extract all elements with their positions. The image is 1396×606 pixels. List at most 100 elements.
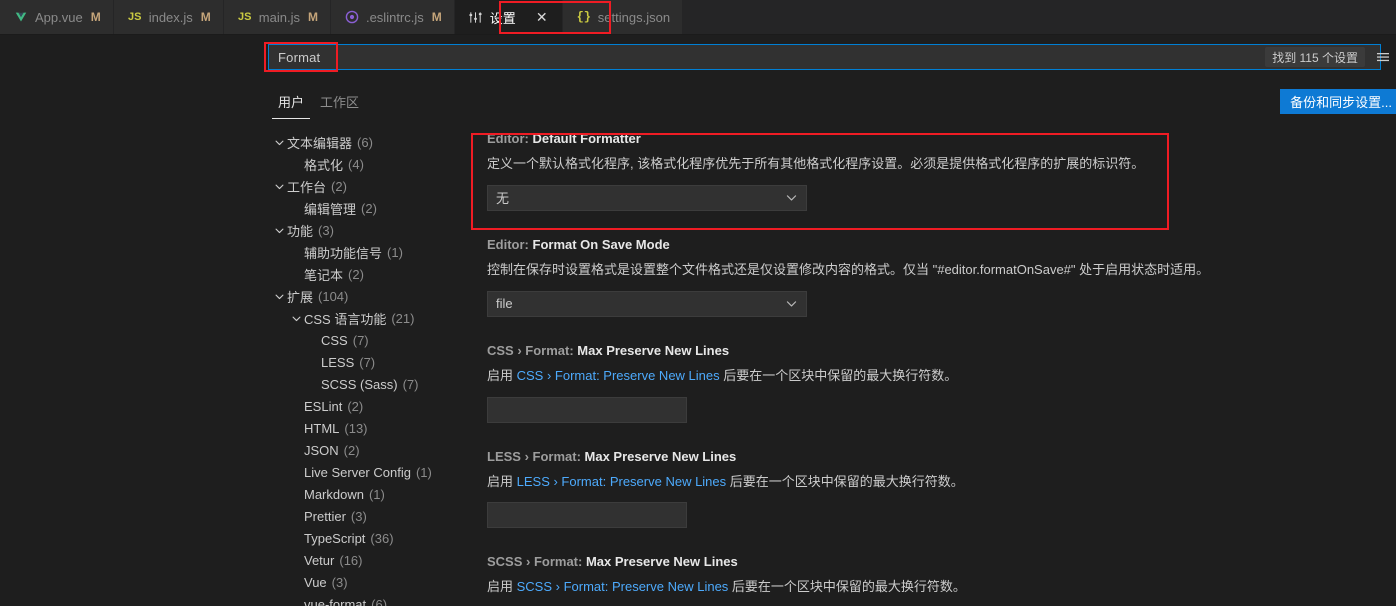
toc-item-count: (13) — [344, 420, 368, 436]
toc-item[interactable]: JSON (2) — [272, 439, 462, 461]
toc-item[interactable]: 工作台 (2) — [272, 175, 462, 197]
setting-key-name: Format On Save Mode — [532, 236, 670, 252]
setting-description-text: 后要在一个区块中保留的最大换行符数。 — [726, 473, 964, 489]
toc-item-label: vue-format — [304, 596, 367, 606]
toc-item[interactable]: 扩展 (104) — [272, 285, 462, 307]
setting-description-text: 启用 — [487, 367, 517, 383]
json-file-icon: {} — [576, 10, 591, 24]
setting-description: 启用 CSS › Format: Preserve New Lines 后要在一… — [487, 367, 1378, 386]
toc-item[interactable]: ESLint (2) — [272, 395, 462, 417]
toc-item[interactable]: LESS (7) — [272, 351, 462, 373]
toc-item[interactable]: 笔记本 (2) — [272, 263, 462, 285]
setting-key-prefix: CSS › Format: — [487, 342, 578, 358]
setting-row: Editor: Format On Save Mode 控制在保存时设置格式是设置… — [478, 225, 1378, 331]
javascript-file-icon: JS — [127, 11, 142, 23]
setting-key-name: Max Preserve New Lines — [577, 342, 730, 358]
setting-description: 定义一个默认格式化程序, 该格式化程序优先于所有其他格式化程序设置。必须是提供格… — [487, 155, 1378, 174]
settings-list: Editor: Default Formatter 定义一个默认格式化程序, 该格… — [478, 119, 1378, 606]
javascript-file-icon: JS — [238, 11, 252, 23]
chevron-down-icon[interactable] — [289, 311, 304, 326]
editor-tab-label: settings.json — [597, 9, 671, 25]
setting-row: CSS › Format: Max Preserve New Lines 启用 C… — [478, 331, 1378, 437]
toc-item-count: (1) — [368, 486, 385, 502]
editor-tab-label: 设置 — [489, 10, 516, 26]
setting-description-text: 启用 — [487, 579, 517, 595]
toc-item-label: ESLint — [304, 398, 343, 414]
chevron-down-icon[interactable] — [272, 289, 287, 304]
chevron-down-icon[interactable] — [272, 223, 287, 238]
toc-item-label: 格式化 — [304, 157, 344, 173]
toc-item[interactable]: TypeScript (36) — [272, 527, 462, 549]
toc-item-count: (2) — [343, 442, 360, 458]
toc-item[interactable]: vue-format (6) — [272, 593, 462, 606]
setting-text-input[interactable] — [487, 502, 687, 529]
toc-item-label: 文本编辑器 — [287, 135, 353, 151]
setting-text-input[interactable] — [487, 396, 687, 423]
toc-item[interactable]: CSS (7) — [272, 329, 462, 351]
eslint-file-icon — [344, 9, 360, 25]
setting-select-value: file — [496, 296, 513, 312]
toc-item[interactable]: Live Server Config (1) — [272, 461, 462, 483]
toc-item[interactable]: 编辑管理 (2) — [272, 197, 462, 219]
toc-item-label: Prettier — [304, 508, 346, 524]
editor-tab-label: main.js — [258, 9, 300, 25]
toc-item-label: SCSS (Sass) — [321, 376, 398, 392]
setting-key-prefix: Editor: — [487, 131, 533, 146]
toc-item-count: (6) — [371, 596, 388, 606]
toc-item-count: (3) — [331, 574, 348, 590]
toc-item[interactable]: Vue (3) — [272, 571, 462, 593]
chevron-down-icon[interactable] — [272, 179, 287, 194]
settings-search-input[interactable]: Format — [268, 44, 1381, 70]
editor-tab-index-js[interactable]: JS index.js M — [113, 0, 224, 34]
editor-tab-app-vue[interactable]: App.vue M — [0, 0, 114, 34]
editor-tab-modified-indicator: M — [307, 10, 318, 24]
toc-item-count: (3) — [318, 222, 334, 238]
toc-item[interactable]: Prettier (3) — [272, 505, 462, 527]
setting-description: 启用 LESS › Format: Preserve New Lines 后要在… — [487, 473, 1378, 492]
toc-item[interactable]: Vetur (16) — [272, 549, 462, 571]
setting-description-link[interactable]: CSS › Format: Preserve New Lines — [517, 368, 720, 383]
setting-description-text: 控制在保存时设置格式是设置整个文件格式还是仅设置修改内容的格式。仅当 "#edi… — [487, 261, 1210, 277]
settings-scope-tab-user[interactable]: 用户 — [272, 92, 311, 119]
toc-item[interactable]: Markdown (1) — [272, 483, 462, 505]
toc-item[interactable]: 格式化 (4) — [272, 153, 462, 175]
editor-tab-main-js[interactable]: JS main.js M — [223, 0, 331, 34]
setting-key-name: Max Preserve New Lines — [584, 448, 737, 464]
toc-item[interactable]: 文本编辑器 (6) — [272, 131, 462, 153]
setting-select[interactable]: 无 — [487, 184, 807, 211]
setting-row: SCSS › Format: Max Preserve New Lines 启用 … — [478, 542, 1378, 606]
toc-item-count: (3) — [350, 508, 367, 524]
settings-scope-tab-workspace[interactable]: 工作区 — [314, 92, 365, 119]
editor-tab-settings-json[interactable]: {} settings.json — [562, 0, 684, 34]
settings-scope-header: 用户 工作区 备份和同步设置... — [0, 81, 1396, 119]
close-icon[interactable]: ✕ — [534, 9, 550, 25]
editor-tab-settings[interactable]: 设置 ✕ — [454, 0, 563, 34]
toc-item[interactable]: 辅助功能信号 (1) — [272, 241, 462, 263]
chevron-down-icon — [785, 186, 798, 210]
setting-key: SCSS › Format: Max Preserve New Lines — [487, 554, 1378, 569]
toc-item-count: (21) — [391, 310, 415, 326]
setting-select[interactable]: file — [487, 290, 807, 317]
settings-body: 文本编辑器 (6) 格式化 (4) 工作台 (2) 编辑管理 (2) 功能 (3) 辅助功能信号 (1… — [0, 119, 1396, 606]
filter-lines-icon[interactable] — [1372, 47, 1394, 67]
toc-item-count: (6) — [357, 134, 373, 150]
setting-description-link[interactable]: SCSS › Format: Preserve New Lines — [517, 579, 729, 594]
settings-search-row: Format 找到 115 个设置 — [0, 35, 1396, 81]
toc-item[interactable]: SCSS (Sass) (7) — [272, 373, 462, 395]
toc-item-label: 笔记本 — [304, 267, 344, 283]
setting-description-text: 后要在一个区块中保留的最大换行符数。 — [719, 367, 958, 383]
toc-item-count: (7) — [402, 376, 419, 392]
toc-item[interactable]: 功能 (3) — [272, 219, 462, 241]
toc-item-label: Vue — [304, 574, 327, 590]
editor-tab-label: index.js — [148, 9, 193, 25]
toc-item-count: (16) — [339, 552, 363, 568]
editor-tab-modified-indicator: M — [431, 10, 442, 24]
chevron-down-icon[interactable] — [272, 135, 287, 150]
toc-item[interactable]: HTML (13) — [272, 417, 462, 439]
sync-settings-button[interactable]: 备份和同步设置... — [1280, 89, 1396, 114]
toc-item-label: Markdown — [304, 486, 364, 502]
setting-description-link[interactable]: LESS › Format: Preserve New Lines — [517, 474, 727, 489]
setting-key-prefix: Editor: — [487, 236, 533, 252]
toc-item[interactable]: CSS 语言功能 (21) — [272, 307, 462, 329]
editor-tab-eslintrc-js[interactable]: .eslintrc.js M — [330, 0, 455, 34]
